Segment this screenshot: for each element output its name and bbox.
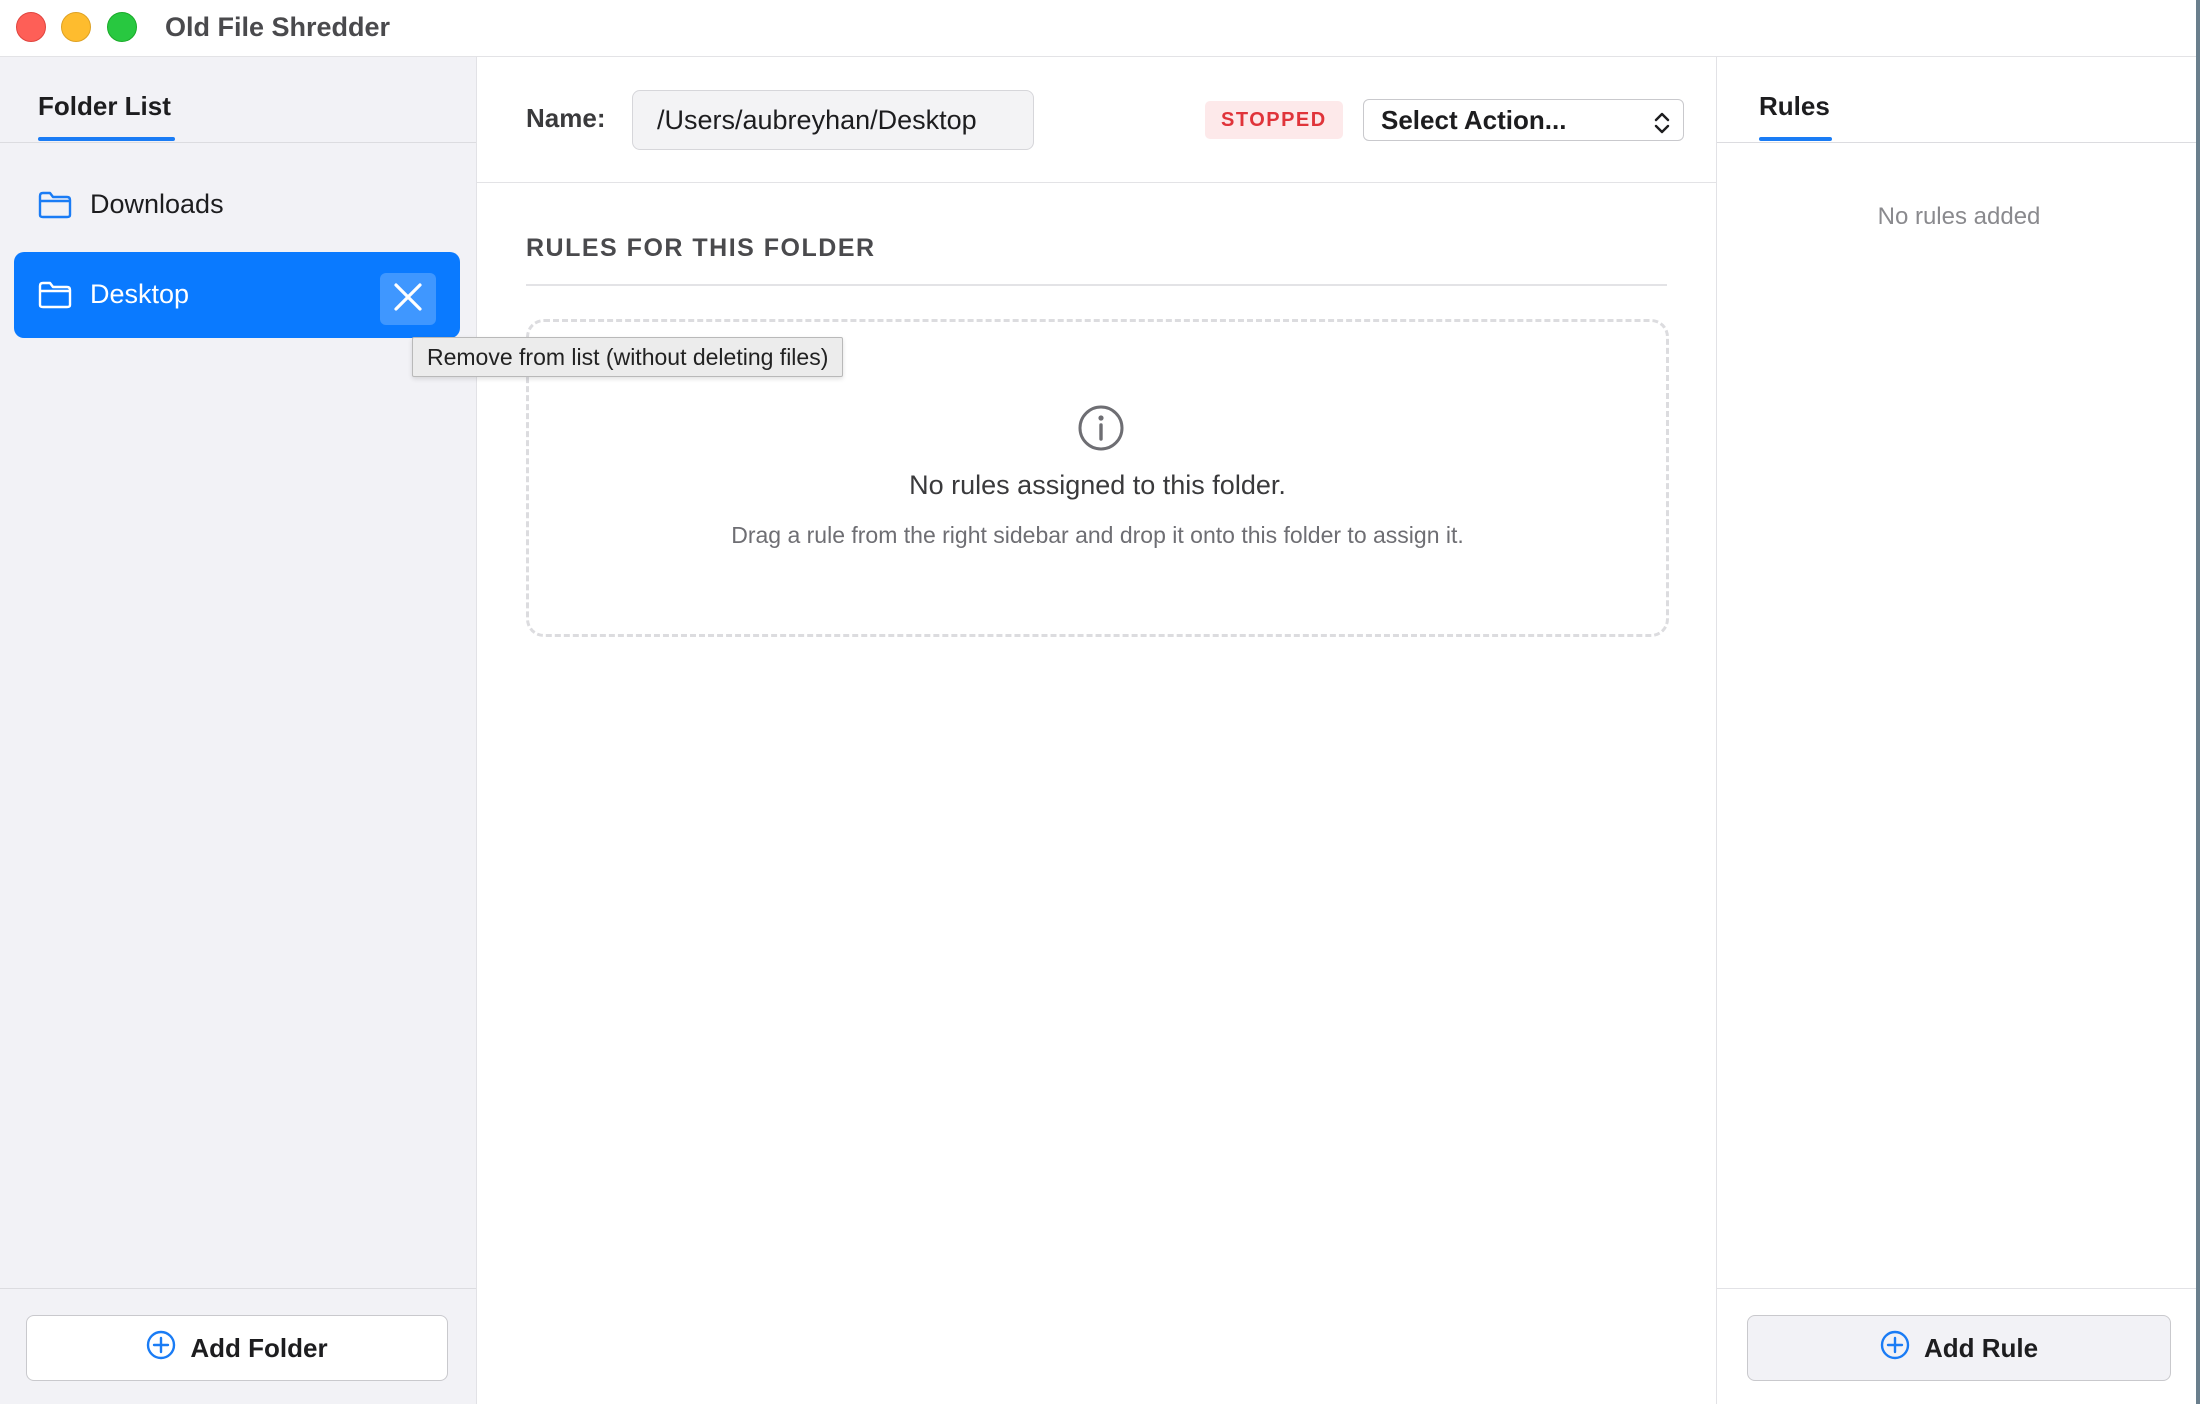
close-icon [393,282,423,317]
plus-circle-icon [1880,1330,1910,1367]
app-window: Old File Shredder Folder List Downloads … [0,0,2200,1404]
folder-detail-header: Name: /Users/aubreyhan/Desktop STOPPED S… [477,57,1716,183]
rules-sidebar-header: Rules [1717,57,2200,143]
no-rules-text: No rules added [1877,203,2041,230]
tab-folder-list[interactable]: Folder List [38,91,171,122]
status-badge: STOPPED [1205,101,1343,139]
folder-item-label: Desktop [90,279,190,309]
minimize-window-button[interactable] [61,12,91,42]
window-title: Old File Shredder [165,12,391,42]
zoom-window-button[interactable] [107,12,137,42]
rules-section-title: RULES FOR THIS FOLDER [526,234,876,262]
select-action-dropdown[interactable]: Select Action... [1363,99,1684,141]
folder-item-label: Downloads [90,189,224,219]
rules-sidebar-footer: Add Rule [1717,1288,2200,1404]
folder-icon [38,191,72,219]
add-rule-button[interactable]: Add Rule [1747,1315,2171,1381]
folder-sidebar-header: Folder List [0,57,476,143]
folder-path-field[interactable]: /Users/aubreyhan/Desktop [632,90,1034,150]
empty-rules-title: No rules assigned to this folder. [909,470,1286,500]
empty-rules-subtitle: Drag a rule from the right sidebar and d… [731,522,1464,548]
folder-item-desktop[interactable]: Desktop [14,252,460,338]
chevron-up-down-icon [1653,107,1671,147]
folder-sidebar: Folder List Downloads Desktop Add Folder [0,57,477,1404]
tab-underline [38,137,175,141]
folder-icon [38,281,72,309]
info-icon [1077,404,1125,457]
plus-circle-icon [146,1330,176,1367]
desktop-edge [2196,0,2200,1404]
tab-rules[interactable]: Rules [1759,91,1830,122]
select-action-label: Select Action... [1381,105,1567,135]
folder-detail-panel: Name: /Users/aubreyhan/Desktop STOPPED S… [477,57,1716,1404]
add-folder-label: Add Folder [190,1332,328,1363]
remove-tooltip: Remove from list (without deleting files… [412,337,844,377]
name-label: Name: [526,103,606,133]
close-window-button[interactable] [16,12,46,42]
add-folder-button[interactable]: Add Folder [26,1315,448,1381]
section-divider [526,284,1667,286]
folder-item-downloads[interactable]: Downloads [14,162,460,248]
rules-sidebar: Rules No rules added Add Rule [1716,57,2200,1404]
folder-sidebar-footer: Add Folder [0,1288,476,1404]
add-rule-label: Add Rule [1923,1332,2039,1363]
remove-folder-button[interactable] [380,273,436,325]
title-bar: Old File Shredder [0,0,2200,57]
tab-underline [1759,137,1832,141]
